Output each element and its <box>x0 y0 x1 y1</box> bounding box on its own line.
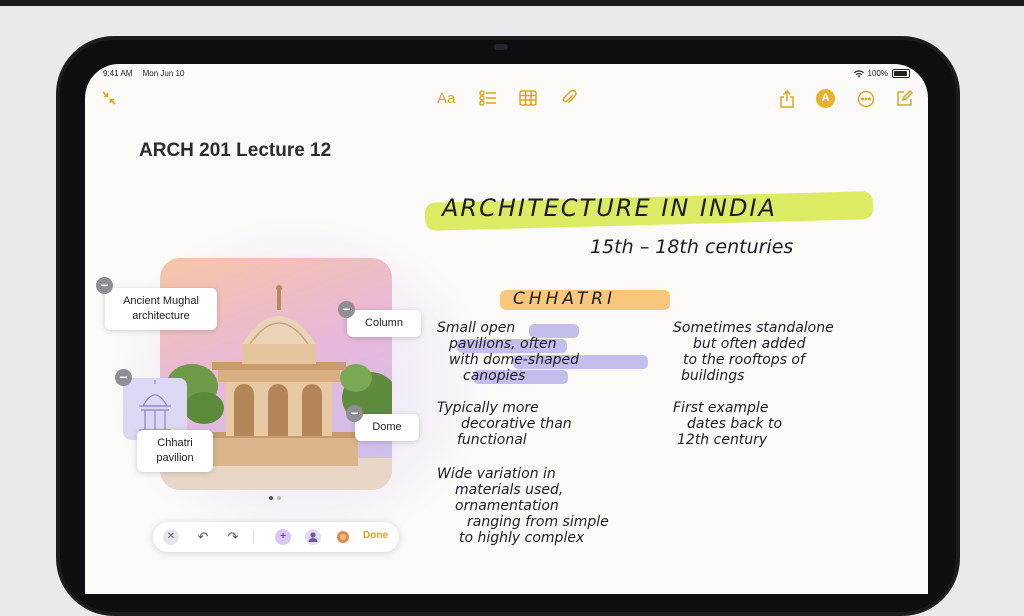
bullet-line: ranging from simple <box>467 514 609 530</box>
bullet-left-3: Wide variation in materials used, orname… <box>437 466 609 546</box>
battery-icon <box>892 69 910 78</box>
checklist-icon[interactable] <box>479 90 497 106</box>
bullet-line: to the rooftops of <box>683 352 805 368</box>
share-icon[interactable] <box>779 90 795 108</box>
format-button[interactable]: Aa <box>437 90 455 107</box>
bullet-line: decorative than <box>461 416 572 432</box>
markup-button[interactable]: A <box>816 89 835 108</box>
bullet-right-1: Sometimes standalone but often added to … <box>673 320 834 384</box>
bullet-line: Sometimes standalone <box>673 320 834 336</box>
note-title: ARCH 201 Lecture 12 <box>139 140 332 161</box>
remove-label-dome-button[interactable]: − <box>346 405 363 422</box>
label-column[interactable]: Column <box>347 310 421 337</box>
bullet-line: materials used, <box>455 482 564 498</box>
label-chhatri-pavilion[interactable]: Chhatri pavilion <box>137 430 213 472</box>
label-line: Chhatri <box>157 437 193 449</box>
bullet-line: dates back to <box>687 416 783 432</box>
collapse-icon[interactable] <box>101 90 117 106</box>
bullet-left-2: Typically more decorative than functiona… <box>437 400 572 448</box>
remove-label-chhatri-button[interactable]: − <box>115 369 132 386</box>
label-line: Ancient Mughal <box>123 295 199 307</box>
bullet-line: canopies <box>463 368 526 384</box>
page-dot-active <box>269 496 273 500</box>
handwritten-section-title: CHHATRI <box>513 289 617 309</box>
status-bar-left: 9:41 AM Mon Jun 10 <box>103 69 192 78</box>
bullet-line: pavilions, often <box>449 336 557 352</box>
bullet-left-1: Small open pavilions, often with dome-sh… <box>437 320 579 384</box>
page-indicator[interactable] <box>269 496 281 500</box>
undo-icon[interactable]: ↶ <box>195 529 211 545</box>
bullet-line: buildings <box>681 368 745 384</box>
table-icon[interactable] <box>519 90 537 106</box>
bullet-line: Typically more <box>437 400 539 416</box>
status-time: 9:41 AM <box>103 69 133 78</box>
label-dome[interactable]: Dome <box>355 414 419 441</box>
status-bar-right: 100% <box>853 69 910 78</box>
person-icon[interactable] <box>305 529 321 545</box>
label-line: architecture <box>132 310 190 322</box>
bullet-line: Small open <box>437 320 516 336</box>
done-button[interactable]: Done <box>363 530 388 541</box>
status-date: Mon Jun 10 <box>142 69 185 78</box>
battery-percent: 100% <box>867 69 888 78</box>
bullet-line: ornamentation <box>455 498 559 514</box>
bullet-line: functional <box>457 432 527 448</box>
notes-screen: 9:41 AM Mon Jun 10 100% Aa A ARCH 201 Le… <box>85 64 928 594</box>
toolbar-divider <box>253 530 254 544</box>
paperclip-icon[interactable] <box>561 90 577 106</box>
add-icon[interactable]: + <box>275 529 291 545</box>
bullet-right-2: First example dates back to 12th century <box>673 400 782 448</box>
bullet-line: with dome-shaped <box>449 352 580 368</box>
image-tools-toolbar: ✕ ↶ ↷ + Done <box>153 522 399 552</box>
remove-label-ancient-mughal-button[interactable]: − <box>96 277 113 294</box>
remove-label-column-button[interactable]: − <box>338 301 355 318</box>
wifi-icon <box>853 69 864 77</box>
handwritten-heading: ARCHITECTURE IN INDIA <box>442 194 777 222</box>
label-ancient-mughal-architecture[interactable]: Ancient Mughal architecture <box>105 288 217 330</box>
handwritten-centuries: 15th – 18th centuries <box>590 236 794 258</box>
compose-icon[interactable] <box>896 90 913 107</box>
top-edge <box>0 0 1024 6</box>
bullet-line: but often added <box>693 336 806 352</box>
redo-icon[interactable]: ↷ <box>225 529 241 545</box>
sticker-icon[interactable] <box>335 529 351 545</box>
bullet-line: 12th century <box>677 432 768 448</box>
bullet-line: to highly complex <box>459 530 585 546</box>
front-camera <box>494 44 508 50</box>
bullet-line: First example <box>673 400 769 416</box>
page-dot <box>277 496 281 500</box>
ellipsis-icon[interactable] <box>857 90 875 108</box>
label-line: pavilion <box>156 452 194 464</box>
close-icon[interactable]: ✕ <box>163 529 179 545</box>
bullet-line: Wide variation in <box>437 466 556 482</box>
